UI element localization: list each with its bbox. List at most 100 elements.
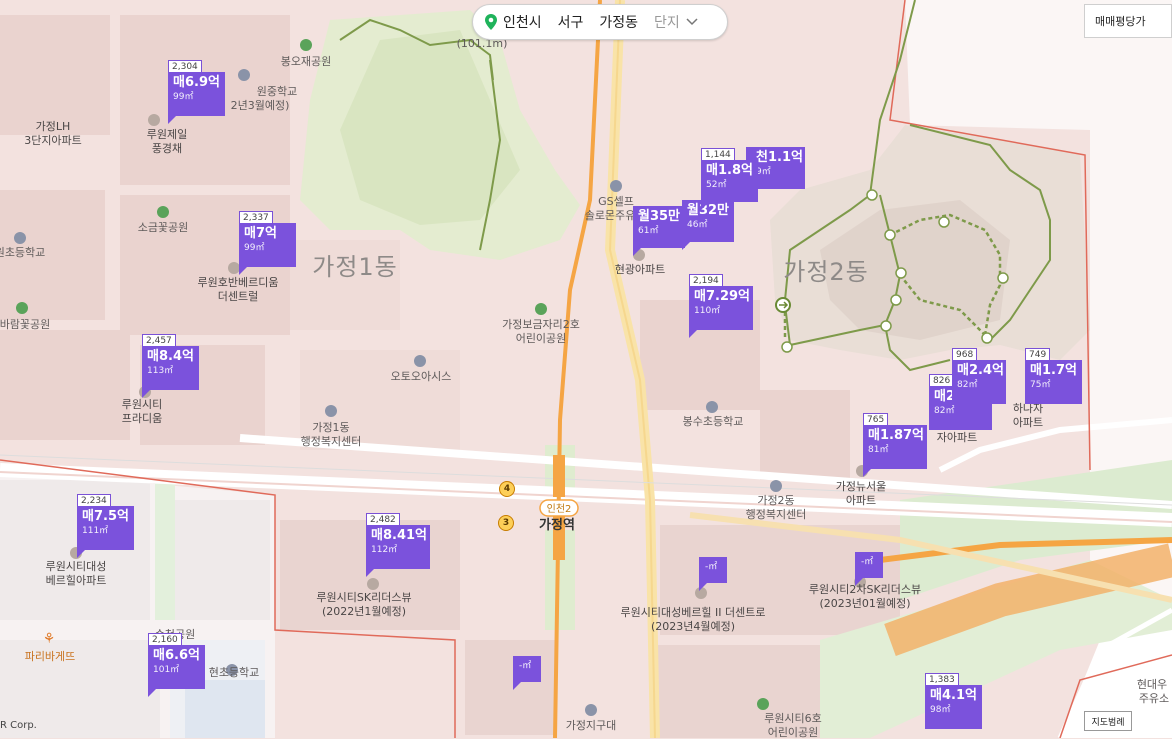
marker-size: 52㎡ [706,180,727,190]
place-label: 2년3월예정) [230,99,290,112]
place-label: 어린이공원 [515,332,567,345]
marker-size: 82㎡ [934,406,955,416]
area-label-gajeong1dong: 가정1동 [312,253,398,281]
marker-size: 111㎡ [82,526,109,536]
marker-price: 매6.9억 [173,75,220,90]
marker-size: 46㎡ [687,220,708,230]
place-label: 주유소 [1138,692,1170,705]
search-dong[interactable]: 가정동 [599,12,638,32]
place-label: 루원시티대성 [45,560,107,573]
station-label: 가정역 [539,518,575,533]
place-label: 3단지아파트 [24,134,82,147]
place-label: 가정2동 [757,494,795,507]
station-line-label: 인천2 [546,504,572,515]
tool-icon [414,355,426,367]
marker-price: 천1.1억 [756,150,803,165]
marker-price: 매1.8억 [706,163,753,178]
place-label: 원초등학교 [0,246,46,259]
place-label: 솔로몬주유 [584,209,636,222]
place-label: (2023년01월예정) [819,597,911,610]
metro-line-3-badge: 3 [498,515,514,531]
place-label: 원중학교 [256,85,298,98]
marker-price: 매7억 [244,226,277,241]
place-label: 행정복지센터 [745,508,807,521]
marker-price: 매6.6억 [153,648,200,663]
marker-price: -㎡ [705,562,718,572]
school-icon [238,69,250,81]
marker-size: 75㎡ [1030,380,1051,390]
marker-size: 113㎡ [147,366,174,376]
place-label: (2022년1월예정) [321,605,407,618]
park-icon [757,698,769,710]
chevron-down-icon[interactable] [686,18,698,26]
place-label: 가정LH [35,120,71,133]
place-label: 현광아파트 [614,263,666,276]
marker-price: 매8.4억 [147,349,194,364]
school-icon [706,401,718,413]
place-label: 가정1동 [312,421,350,434]
area-label-gajeong2dong: 가정2동 [783,258,869,286]
marker-price: 월35만 [638,209,681,224]
place-label: 바람꽃공원 [0,318,51,331]
park-icon [16,302,28,314]
place-label: 행정복지센터 [300,435,362,448]
park-icon [535,303,547,315]
marker-price: 매8.41억 [371,528,427,543]
search-city[interactable]: 인천시 [503,12,542,32]
marker-size: 99㎡ [173,92,194,102]
place-label: 아파트 [1012,416,1044,429]
park-icon [300,39,312,51]
police-icon [585,704,597,716]
place-label: 루원호반베르디움 [197,276,279,289]
place-label: 가정보금자리2호 [502,318,580,331]
marker-price: -㎡ [519,661,532,671]
place-label: 루원시티SK리더스뷰 [316,591,412,604]
place-label: 가정지구대 [565,719,617,732]
search-district[interactable]: 서구 [558,12,584,32]
restaurant-icon: ⚘ [42,631,56,647]
place-label: (2023년4월예정) [650,620,736,633]
marker-size: 98㎡ [930,705,951,715]
place-label: 현대우 [1136,678,1168,691]
marker-size: 61㎡ [638,226,659,236]
place-label: 아파트 [845,494,877,507]
place-label: 파리바게뜨 [24,650,76,663]
place-label: 루원제일 [146,128,188,141]
marker-price: 매4.1억 [930,688,977,703]
gas-icon [610,180,622,192]
place-label: 루원시티2차SK리더스뷰 [808,583,922,596]
place-label: 봉오재공원 [280,55,332,68]
map-legend-button[interactable]: 지도범례 [1084,711,1132,731]
marker-size: 110㎡ [694,306,721,316]
marker-size: 99㎡ [244,243,265,253]
location-search-bar[interactable]: 인천시 서구 가정동 단지 [472,4,728,40]
location-pin-icon [485,14,497,30]
place-label: 루원시티6호 [764,712,822,725]
place-label: 프라디움 [121,412,163,425]
marker-size: 112㎡ [371,545,398,555]
copyright-text: R Corp. [0,720,37,731]
marker-price: 매7.5억 [82,509,129,524]
marker-price: 매2.4억 [957,363,1004,378]
marker-price: 매7.29억 [694,289,750,304]
marker-price: -㎡ [861,557,874,567]
apartment-icon [148,114,160,126]
marker-size: 9㎡ [756,167,771,177]
price-unit-selector[interactable]: 매매평당가 [1084,4,1172,38]
place-label: 더센트럴 [217,290,259,303]
office-icon [770,480,782,492]
place-label: 루원시티대성베르힐 II 더센트로 [620,606,766,619]
place-label: 자아파트 [936,431,978,444]
place-label: 가정뉴서울 [835,480,887,493]
place-label: 현초등학교 [208,666,260,679]
place-label: 봉수초등학교 [682,415,744,428]
search-complex-dropdown[interactable]: 단지 [654,12,680,32]
park-icon [157,206,169,218]
apartment-icon [367,578,379,590]
marker-size: 82㎡ [957,380,978,390]
marker-size: 81㎡ [868,445,889,455]
place-label: 어린이공원 [767,726,819,739]
place-label: 소금꽃공원 [137,221,189,234]
marker-price: 매1.87억 [868,428,924,443]
place-label: 오토오아시스 [390,370,452,383]
